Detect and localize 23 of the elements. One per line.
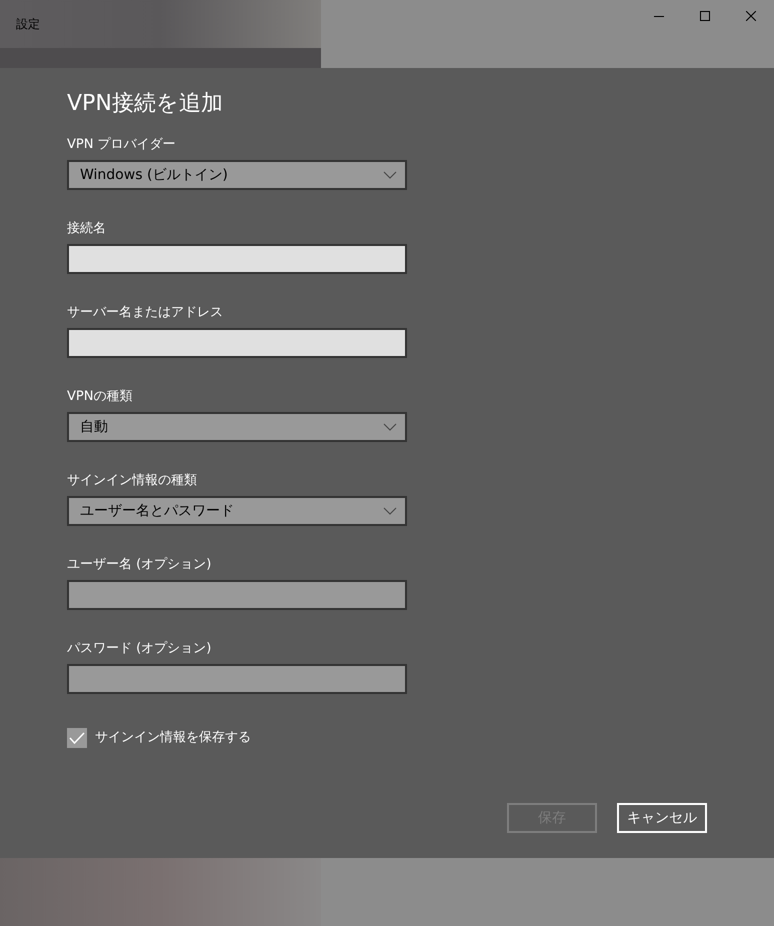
dropdown[interactable]: ユーザー名とパスワード <box>67 496 407 526</box>
checkbox[interactable] <box>67 728 87 748</box>
input-field[interactable] <box>67 244 407 274</box>
field-label: 接続名 <box>67 220 107 237</box>
input-field[interactable] <box>67 328 407 358</box>
field-label: パスワード (オプション) <box>67 640 212 657</box>
dropdown[interactable]: Windows (ビルトイン) <box>67 160 407 190</box>
field-label: サーバー名またはアドレス <box>67 304 224 321</box>
checkmark-icon <box>69 732 85 744</box>
chevron-down-icon <box>383 423 397 431</box>
chevron-down-icon <box>383 507 397 515</box>
field-label: サインイン情報の種類 <box>67 472 198 489</box>
field-label: ユーザー名 (オプション) <box>67 556 212 573</box>
close-icon <box>746 11 756 21</box>
dialog-button[interactable]: キャンセル <box>617 803 707 833</box>
dropdown[interactable]: 自動 <box>67 412 407 442</box>
window-title: 設定 <box>16 16 40 33</box>
field-label: VPNの種類 <box>67 388 134 405</box>
chevron-down-icon <box>383 171 397 179</box>
maximize-icon <box>700 11 710 21</box>
checkbox-label: サインイン情報を保存する <box>95 729 251 748</box>
dialog-title: VPN接続を追加 <box>67 90 224 118</box>
field-label: VPN プロバイダー <box>67 136 177 153</box>
